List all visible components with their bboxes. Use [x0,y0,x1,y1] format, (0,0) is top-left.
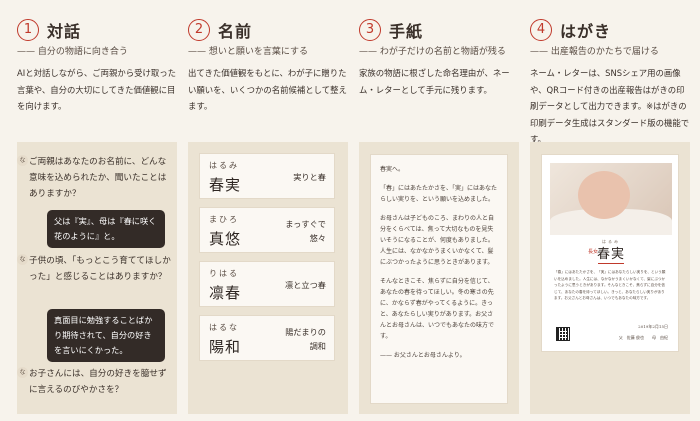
step-header: 1 対話 [17,18,81,42]
ai-question-text: 子供の頃、「もっとこう育ててほしかった」と感じることはありますか？ [29,256,171,282]
step-number: 4 [530,19,552,41]
step-subtitle: —— 想いと願いを言葉にする [188,47,308,57]
step-header: 4 はがき [530,18,611,42]
step-title: 手紙 [389,22,424,41]
ai-avatar-icon: な [17,367,28,378]
baby-photo [550,163,672,235]
column-postcard: 4 はがき —— 出産報告のかたちで届ける ネーム・レターは、SNSシェア用の画… [530,0,690,421]
name-reading: はるみ [209,161,239,170]
name-kanji: 真悠 [209,230,242,248]
baby-face-shape [578,171,630,219]
letter-greeting: 春実へ。 [380,166,405,173]
step-header: 2 名前 [188,18,252,42]
name-reading: りはる [209,269,239,278]
step-number: 2 [188,19,210,41]
name-meaning: 凛と立つ春 [285,280,326,290]
step-subtitle: —— 出産報告のかたちで届ける [530,47,659,57]
postcard-date: 2019年2月15日 [638,324,668,329]
user-answer-bubble: 真面目に勉強することばかり期待されて、自分の好きを言いにくかった。 [47,309,165,362]
postcard-signature: 父 佐藤 俊也 母 由紀 [618,335,668,340]
name-candidate-card[interactable]: はるな 陽和 陽だまりの 調和 [199,315,335,361]
step-header: 3 手紙 [359,18,423,42]
ai-question: な 子供の頃、「もっとこう育ててほしかった」と感じることはありますか？ [17,253,173,285]
chat-panel: な ご両親はあなたのお名前に、どんな意味を込められたか、聞いたことはありますか？… [17,142,177,414]
step-subtitle: —— 自分の物語に向き合う [17,47,128,57]
name-reading: はるな [209,323,239,332]
step-number: 3 [359,19,381,41]
column-dialogue: 1 対話 —— 自分の物語に向き合う AIと対話しながら、ご両親から受け取った言… [17,0,177,421]
postcard-panel: はるみ 長女 春実 「春」にはあたたかさを、「実」にはあなたらしい実りを、という… [530,142,690,414]
postcard-message: 「春」にはあたたかさを、「実」にはあなたらしい実りを、という願いを込めました。人… [554,270,666,301]
name-candidate-card[interactable]: はるみ 春実 実りと春 [199,153,335,199]
birth-announcement-postcard: はるみ 長女 春実 「春」にはあたたかさを、「実」にはあなたらしい実りを、という… [541,154,679,352]
name-kanji: 凛春 [209,284,242,302]
ai-question-text: お子さんには、自分の好きを臆せずに言えるのびやかさを？ [29,369,167,395]
ai-avatar-icon: な [17,155,28,166]
name-meaning: 実りと春 [293,172,326,182]
name-letter: 春実へ。 「春」にはあたたかさを、「実」にはあなたらしい実りを、という願いを込め… [370,154,508,404]
name-meaning: まっすぐで 悠々 [285,219,326,243]
step-description: 出てきた価値観をもとに、わが子に贈りたい願いを、いくつかの名前候補として整えます… [188,68,347,111]
letter-signoff: —— お父さんとお母さんより。 [380,352,466,359]
name-candidate-card[interactable]: りはる 凛春 凛と立つ春 [199,261,335,307]
letter-panel: 春実へ。 「春」にはあたたかさを、「実」にはあなたらしい実りを、という願いを込め… [359,142,519,414]
step-subtitle: —— わが子だけの名前と物語が残る [359,47,506,57]
name-reading: まひろ [209,215,239,224]
letter-paragraph: お母さんは子どものころ、まわりの人と自分をくらべては、焦って大切なものを見失いそ… [380,215,495,266]
divider [598,263,624,264]
qr-code-icon [556,327,570,341]
ai-question-text: ご両親はあなたのお名前に、どんな意味を込められたか、聞いたことはありますか？ [29,157,167,199]
name-kanji: 陽和 [209,338,242,356]
user-answer-bubble: 父は『実』、母は『春に咲く花のように』と。 [47,210,165,248]
step-description: ネーム・レターは、SNSシェア用の画像や、QRコード付きの出産報告はがきの印刷デ… [530,68,690,144]
step-description: AIと対話しながら、ご両親から受け取った言葉や、自分の大切にしてきた価値観に目を… [17,68,176,111]
letter-paragraph: 「春」にはあたたかさを、「実」にはあなたらしい実りを、という願いを込めました。 [380,185,498,203]
column-names: 2 名前 —— 想いと願いを言葉にする 出てきた価値観をもとに、わが子に贈りたい… [188,0,348,421]
name-candidates-panel: はるみ 春実 実りと春 まひろ 真悠 まっすぐで 悠々 りはる 凛春 凛と立つ春 … [188,142,348,414]
name-candidate-card[interactable]: まひろ 真悠 まっすぐで 悠々 [199,207,335,253]
name-meaning: 陽だまりの 調和 [285,327,326,351]
step-title: はがき [560,22,612,41]
letter-paragraph: そんなときこそ、焦らずに自分を信じて、あなたの春を待ってほしい。冬の寒さの先に、… [380,278,495,340]
ai-avatar-icon: な [17,254,28,265]
ai-question: な ご両親はあなたのお名前に、どんな意味を込められたか、聞いたことはありますか？ [17,154,173,202]
name-kanji: 春実 [209,176,242,194]
step-title: 対話 [47,22,82,41]
step-number: 1 [17,19,39,41]
ai-question: な お子さんには、自分の好きを臆せずに言えるのびやかさを？ [17,366,173,398]
step-title: 名前 [218,22,253,41]
step-description: 家族の物語に根ざした命名理由が、ネーム・レターとして手元に残ります。 [359,68,510,95]
column-letter: 3 手紙 —— わが子だけの名前と物語が残る 家族の物語に根ざした命名理由が、ネ… [359,0,519,421]
postcard-name: 春実 [596,247,625,262]
